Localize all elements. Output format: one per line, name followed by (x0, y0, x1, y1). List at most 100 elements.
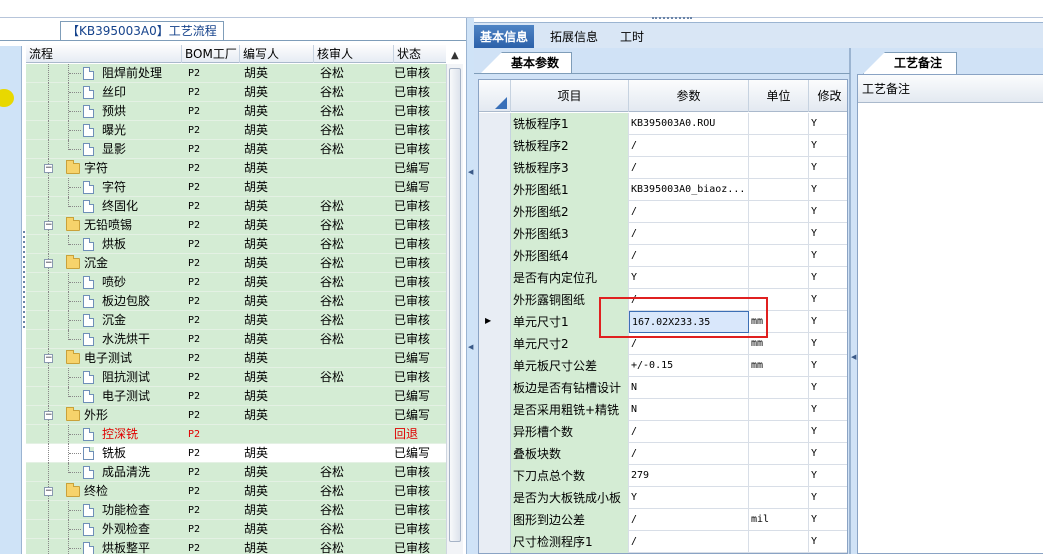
unit-cell[interactable]: mm (749, 355, 809, 377)
modify-cell[interactable]: Y (809, 377, 847, 399)
col-header-item[interactable]: 项目 (511, 80, 629, 112)
unit-cell[interactable] (749, 201, 809, 223)
modify-cell[interactable]: Y (809, 267, 847, 289)
unit-cell[interactable] (749, 465, 809, 487)
param-cell[interactable]: / (629, 421, 749, 443)
row-indicator[interactable] (479, 399, 511, 421)
row-indicator[interactable]: ▶ (479, 311, 511, 333)
tree-row[interactable]: − 电子测试 P2 胡英 已编写 (26, 349, 446, 368)
unit-cell[interactable] (749, 399, 809, 421)
param-row[interactable]: 尺寸检测程序1/ Y (479, 531, 847, 553)
tree-row[interactable]: − 无铅喷锡 P2 胡英 谷松 已审核 (26, 216, 446, 235)
modify-cell[interactable]: Y (809, 443, 847, 465)
unit-cell[interactable] (749, 487, 809, 509)
panel-splitter[interactable]: ◀ ◀ (466, 18, 474, 554)
process-flow-tab[interactable]: 【KB395003A0】工艺流程 (60, 21, 224, 40)
tree-row[interactable]: 终固化 P2 胡英 谷松 已审核 (26, 197, 446, 216)
tree-row[interactable]: 阻抗测试 P2 胡英 谷松 已审核 (26, 368, 446, 387)
tree-row[interactable]: 丝印 P2 胡英 谷松 已审核 (26, 83, 446, 102)
tree-row[interactable]: 显影 P2 胡英 谷松 已审核 (26, 140, 446, 159)
param-cell[interactable]: +/-0.15 (629, 355, 749, 377)
modify-cell[interactable]: Y (809, 465, 847, 487)
row-indicator[interactable] (479, 531, 511, 553)
tab-basic-info[interactable]: 基本信息 (474, 25, 535, 49)
top-grip-icon[interactable] (652, 17, 692, 20)
param-cell[interactable]: / (629, 509, 749, 531)
row-indicator[interactable] (479, 421, 511, 443)
unit-cell[interactable] (749, 267, 809, 289)
modify-cell[interactable]: Y (809, 487, 847, 509)
param-row[interactable]: 是否有内定位孔 Y Y (479, 267, 847, 289)
param-row[interactable]: 外形图纸4/ Y (479, 245, 847, 267)
collapse-left-icon[interactable]: ◀ (468, 168, 473, 176)
scroll-up-icon[interactable]: ▲ (451, 50, 459, 61)
col-header-notes[interactable]: 工艺备注 (858, 75, 1043, 103)
row-indicator[interactable] (479, 113, 511, 135)
param-cell[interactable]: Y (629, 267, 749, 289)
collapse-right-icon[interactable]: ◀ (851, 353, 856, 361)
modify-cell[interactable]: Y (809, 245, 847, 267)
row-indicator[interactable] (479, 289, 511, 311)
tree-row[interactable]: − 字符 P2 胡英 已编写 (26, 159, 446, 178)
unit-cell[interactable] (749, 377, 809, 399)
param-row[interactable]: 外形图纸3/ Y (479, 223, 847, 245)
tree-row[interactable]: 控深铣 P2 回退 (26, 425, 446, 444)
param-row[interactable]: 是否为大板铣成小板 Y Y (479, 487, 847, 509)
row-indicator[interactable] (479, 245, 511, 267)
modify-cell[interactable]: Y (809, 223, 847, 245)
row-indicator[interactable] (479, 223, 511, 245)
param-row[interactable]: 铣板程序1 KB395003A0.ROU Y (479, 113, 847, 135)
tree-row[interactable]: − 外形 P2 胡英 已编写 (26, 406, 446, 425)
param-cell[interactable]: KB395003A0_biaoz... (629, 179, 749, 201)
tab-basic-params[interactable]: 基本参数 (480, 52, 573, 74)
col-header-reviewer[interactable]: 核审人 (314, 45, 394, 63)
collapse-toggle-icon[interactable]: − (44, 411, 53, 420)
unit-cell[interactable] (749, 223, 809, 245)
col-header-param[interactable]: 参数 (629, 80, 749, 112)
modify-cell[interactable]: Y (809, 201, 847, 223)
unit-cell[interactable] (749, 179, 809, 201)
collapse-toggle-icon[interactable]: − (44, 354, 53, 363)
param-row[interactable]: 下刀点总个数 279 Y (479, 465, 847, 487)
unit-cell[interactable] (749, 157, 809, 179)
unit-cell[interactable] (749, 135, 809, 157)
unit-cell[interactable] (749, 443, 809, 465)
col-header-status[interactable]: 状态 (394, 45, 446, 63)
row-indicator[interactable] (479, 333, 511, 355)
param-cell[interactable]: / (629, 443, 749, 465)
tree-row[interactable]: 预烘 P2 胡英 谷松 已审核 (26, 102, 446, 121)
modify-cell[interactable]: Y (809, 509, 847, 531)
collapse-left-icon-2[interactable]: ◀ (468, 343, 473, 351)
modify-cell[interactable]: Y (809, 399, 847, 421)
col-header-writer[interactable]: 编写人 (240, 45, 314, 63)
param-row[interactable]: 图形到边公差 / mil Y (479, 509, 847, 531)
param-cell[interactable]: Y (629, 487, 749, 509)
param-cell[interactable]: N (629, 377, 749, 399)
modify-cell[interactable]: Y (809, 531, 847, 553)
param-row[interactable]: 叠板块数 / Y (479, 443, 847, 465)
param-row[interactable]: 铣板程序2/ Y (479, 135, 847, 157)
modify-cell[interactable]: Y (809, 355, 847, 377)
tree-row[interactable]: 字符 P2 胡英 已编写 (26, 178, 446, 197)
unit-cell[interactable] (749, 245, 809, 267)
param-cell[interactable]: / (629, 223, 749, 245)
modify-cell[interactable]: Y (809, 179, 847, 201)
tree-row[interactable]: 阻焊前处理 P2 胡英 谷松 已审核 (26, 64, 446, 83)
row-indicator[interactable] (479, 377, 511, 399)
tree-row[interactable]: − 沉金 P2 胡英 谷松 已审核 (26, 254, 446, 273)
param-cell[interactable]: / (629, 245, 749, 267)
tab-process-notes[interactable]: 工艺备注 (863, 52, 958, 74)
modify-cell[interactable]: Y (809, 135, 847, 157)
col-header-modify[interactable]: 修改 (809, 80, 847, 112)
collapse-toggle-icon[interactable]: − (44, 164, 53, 173)
param-cell[interactable]: / (629, 201, 749, 223)
row-indicator[interactable] (479, 443, 511, 465)
col-header-unit[interactable]: 单位 (749, 80, 809, 112)
col-header-flow[interactable]: 流程 (26, 45, 182, 63)
tree-row[interactable]: 铣板 P2 胡英 已编写 (26, 444, 446, 463)
row-indicator[interactable] (479, 465, 511, 487)
tab-work-hours[interactable]: 工时 (614, 25, 650, 49)
param-row[interactable]: 铣板程序3/ Y (479, 157, 847, 179)
tab-extended-info[interactable]: 拓展信息 (544, 25, 604, 49)
param-cell[interactable]: 279 (629, 465, 749, 487)
